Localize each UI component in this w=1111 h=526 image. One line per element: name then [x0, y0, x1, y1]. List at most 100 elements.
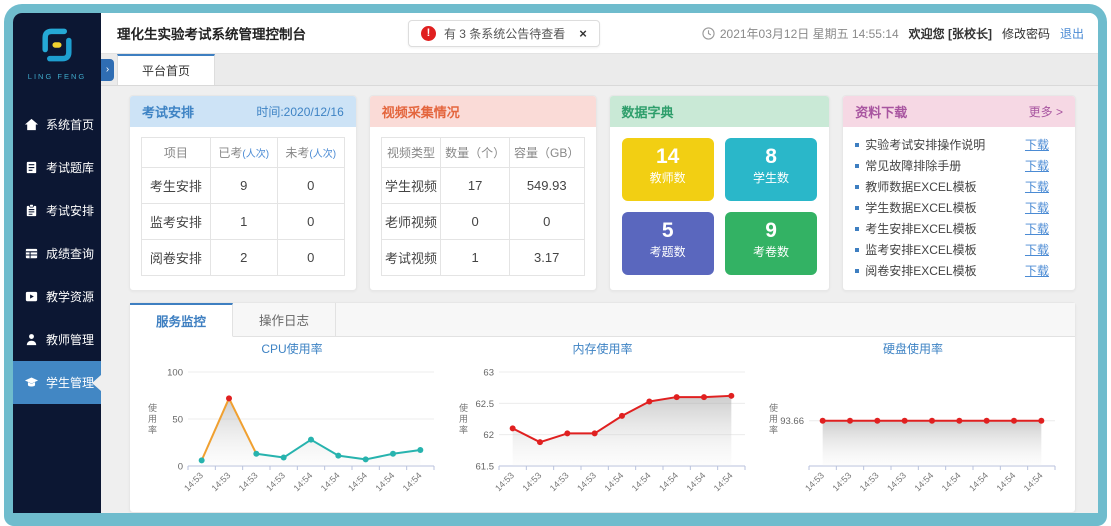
download-link[interactable]: 下载 — [1025, 262, 1049, 279]
tab-platform-home[interactable]: 平台首页 — [117, 54, 215, 85]
svg-text:14:53: 14:53 — [830, 470, 853, 493]
svg-text:0: 0 — [178, 462, 183, 473]
service-monitor-panel: 服务监控 操作日志 CPU使用率 05010014:5314:5314:5314… — [129, 302, 1076, 513]
col-header: 数量（个） — [441, 138, 510, 168]
svg-text:14:54: 14:54 — [346, 470, 369, 493]
col-header: 视频类型 — [381, 138, 441, 168]
svg-text:14:54: 14:54 — [602, 470, 625, 493]
svg-text:用: 用 — [148, 414, 157, 424]
stat-tile-papers[interactable]: 9 考卷数 — [725, 212, 817, 275]
data-dictionary-card: 数据字典 14 教师数 8 学生数 5 — [609, 95, 831, 291]
more-link[interactable]: 更多 > — [1029, 103, 1063, 120]
sidebar-item-label: 学生管理 — [46, 374, 94, 391]
svg-text:14:54: 14:54 — [684, 470, 707, 493]
svg-text:62.5: 62.5 — [475, 399, 494, 410]
svg-text:14:54: 14:54 — [657, 470, 680, 493]
col-header: 未考(人次) — [277, 138, 344, 168]
bullet-icon — [855, 143, 859, 147]
exam-time-label: 时间:2020/12/16 — [256, 103, 343, 120]
bullet-icon — [855, 227, 859, 231]
download-link[interactable]: 下载 — [1025, 136, 1049, 153]
sidebar-item-question-bank[interactable]: 考试题库 — [13, 146, 101, 189]
student-icon — [24, 375, 39, 390]
sidebar-item-label: 成绩查询 — [46, 245, 94, 262]
svg-text:14:54: 14:54 — [291, 470, 314, 493]
sidebar-item-exam-schedule[interactable]: 考试安排 — [13, 189, 101, 232]
table-row: 考生安排 9 0 — [142, 168, 345, 204]
system-notice-banner[interactable]: ! 有 3 条系统公告待查看 × — [408, 20, 600, 47]
stat-label: 考题数 — [622, 243, 714, 260]
svg-text:14:54: 14:54 — [401, 470, 424, 493]
top-header: 理化生实验考试系统管理控制台 ! 有 3 条系统公告待查看 × 2021年03月… — [101, 13, 1098, 54]
app-window: LING FENG › 系统首页 考试题库 考试安排 成绩查询 — [4, 4, 1107, 526]
sidebar-item-teaching-resources[interactable]: 教学资源 — [13, 275, 101, 318]
memory-usage-chart: 内存使用率 61.56262.56314:5314:5314:5314:5314… — [451, 341, 755, 510]
svg-text:14:54: 14:54 — [373, 470, 396, 493]
exam-schedule-card: 考试安排 时间:2020/12/16 项目 已考(人次) 未考(人次) 考生安排 — [129, 95, 357, 291]
close-icon[interactable]: × — [579, 26, 587, 41]
cpu-usage-chart: CPU使用率 05010014:5314:5314:5314:5314:5414… — [140, 341, 444, 510]
sidebar-item-system-home[interactable]: 系统首页 — [13, 103, 101, 146]
svg-text:50: 50 — [172, 415, 183, 426]
svg-text:14:54: 14:54 — [711, 470, 734, 493]
sidebar-collapse-toggle[interactable]: › — [101, 59, 114, 81]
change-password-link[interactable]: 修改密码 — [1002, 25, 1050, 42]
list-item: 教师数据EXCEL模板下载 — [855, 176, 1063, 197]
bullet-icon — [855, 248, 859, 252]
stat-value: 8 — [725, 145, 817, 169]
stat-tile-questions[interactable]: 5 考题数 — [622, 212, 714, 275]
svg-text:62: 62 — [483, 430, 494, 441]
svg-text:14:53: 14:53 — [493, 470, 516, 493]
svg-text:14:53: 14:53 — [182, 470, 205, 493]
list-item: 阅卷安排EXCEL模板下载 — [855, 260, 1063, 281]
svg-text:14:53: 14:53 — [803, 470, 826, 493]
alert-icon: ! — [421, 26, 436, 41]
svg-text:63: 63 — [483, 368, 494, 379]
svg-text:61.5: 61.5 — [475, 462, 494, 473]
stat-tile-students[interactable]: 8 学生数 — [725, 138, 817, 201]
logo-text: LING FENG — [13, 72, 101, 81]
home-icon — [24, 117, 39, 132]
sidebar-item-label: 教学资源 — [46, 288, 94, 305]
sidebar-item-label: 考试题库 — [46, 159, 94, 176]
notice-text[interactable]: 有 3 条系统公告待查看 — [444, 25, 565, 42]
sidebar-item-label: 教师管理 — [46, 331, 94, 348]
svg-text:14:53: 14:53 — [209, 470, 232, 493]
col-header: 项目 — [142, 138, 211, 168]
svg-text:用: 用 — [769, 414, 778, 424]
cpu-usage-plot: 05010014:5314:5314:5314:5314:5414:5414:5… — [140, 358, 444, 510]
card-title: 视频采集情况 — [382, 102, 460, 121]
clock-icon — [702, 27, 715, 40]
download-link[interactable]: 下载 — [1025, 178, 1049, 195]
tab-service-monitor[interactable]: 服务监控 — [130, 303, 233, 337]
sidebar-item-student-management[interactable]: 学生管理 — [13, 361, 101, 404]
teacher-icon — [24, 332, 39, 347]
table-row: 阅卷安排 2 0 — [142, 240, 345, 276]
dashboard-content: 考试安排 时间:2020/12/16 项目 已考(人次) 未考(人次) 考生安排 — [101, 86, 1098, 513]
datetime-text: 2021年03月12日 星期五 14:55:14 — [720, 25, 899, 42]
download-link[interactable]: 下载 — [1025, 157, 1049, 174]
memory-usage-plot: 61.56262.56314:5314:5314:5314:5314:5414:… — [451, 358, 755, 510]
bullet-icon — [855, 269, 859, 273]
list-item: 考生安排EXCEL模板下载 — [855, 218, 1063, 239]
sidebar-item-teacher-management[interactable]: 教师管理 — [13, 318, 101, 361]
svg-text:率: 率 — [769, 424, 778, 435]
svg-text:93.66: 93.66 — [780, 416, 804, 427]
app-logo: LING FENG — [13, 13, 101, 85]
tab-operation-log[interactable]: 操作日志 — [233, 303, 336, 336]
sidebar-item-scores[interactable]: 成绩查询 — [13, 232, 101, 275]
stat-tile-teachers[interactable]: 14 教师数 — [622, 138, 714, 201]
lingfeng-logo-icon — [35, 25, 79, 65]
svg-text:使: 使 — [148, 402, 157, 413]
chart-title: 内存使用率 — [451, 341, 755, 358]
svg-text:14:53: 14:53 — [885, 470, 908, 493]
col-header: 已考(人次) — [210, 138, 277, 168]
stat-label: 考卷数 — [725, 243, 817, 260]
download-link[interactable]: 下载 — [1025, 241, 1049, 258]
bullet-icon — [855, 185, 859, 189]
logout-link[interactable]: 退出 — [1060, 25, 1084, 42]
download-link[interactable]: 下载 — [1025, 199, 1049, 216]
download-link[interactable]: 下载 — [1025, 220, 1049, 237]
page-tabbar: 平台首页 — [101, 54, 1098, 86]
svg-text:14:54: 14:54 — [967, 470, 990, 493]
